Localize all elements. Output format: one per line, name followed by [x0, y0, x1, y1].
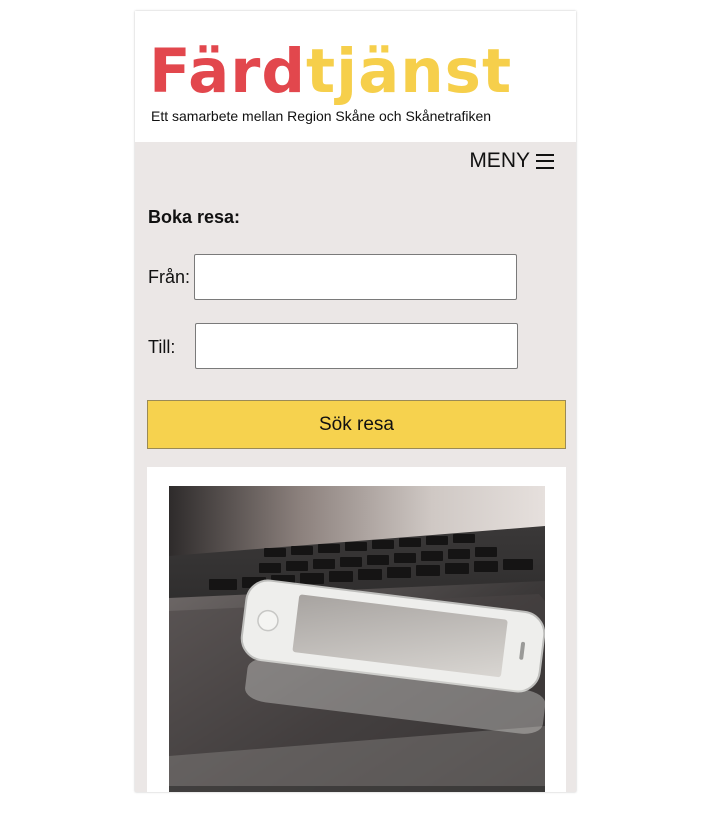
- mobile-page: Färdtjänst Ett samarbete mellan Region S…: [135, 11, 576, 792]
- logo-text-fard: Färd: [149, 36, 307, 107]
- booking-title: Boka resa:: [148, 207, 241, 227]
- logo-text-tjanst: tjänst: [306, 36, 513, 107]
- site-tagline: Ett samarbete mellan Region Skåne och Sk…: [151, 108, 492, 124]
- from-input[interactable]: [194, 254, 517, 300]
- menu-button[interactable]: MENY: [469, 149, 554, 173]
- from-label: Från:: [148, 267, 191, 287]
- site-header: Färdtjänst Ett samarbete mellan Region S…: [135, 11, 576, 142]
- menu-label: MENY: [469, 149, 530, 172]
- hamburger-icon: [536, 153, 554, 169]
- search-trip-button[interactable]: Sök resa: [147, 400, 566, 449]
- to-input[interactable]: [195, 323, 518, 369]
- phone-on-tablet-and-laptop-photo: [169, 486, 545, 792]
- site-logo[interactable]: Färdtjänst: [149, 35, 512, 109]
- to-label: Till:: [148, 337, 176, 357]
- content-card: [147, 467, 566, 792]
